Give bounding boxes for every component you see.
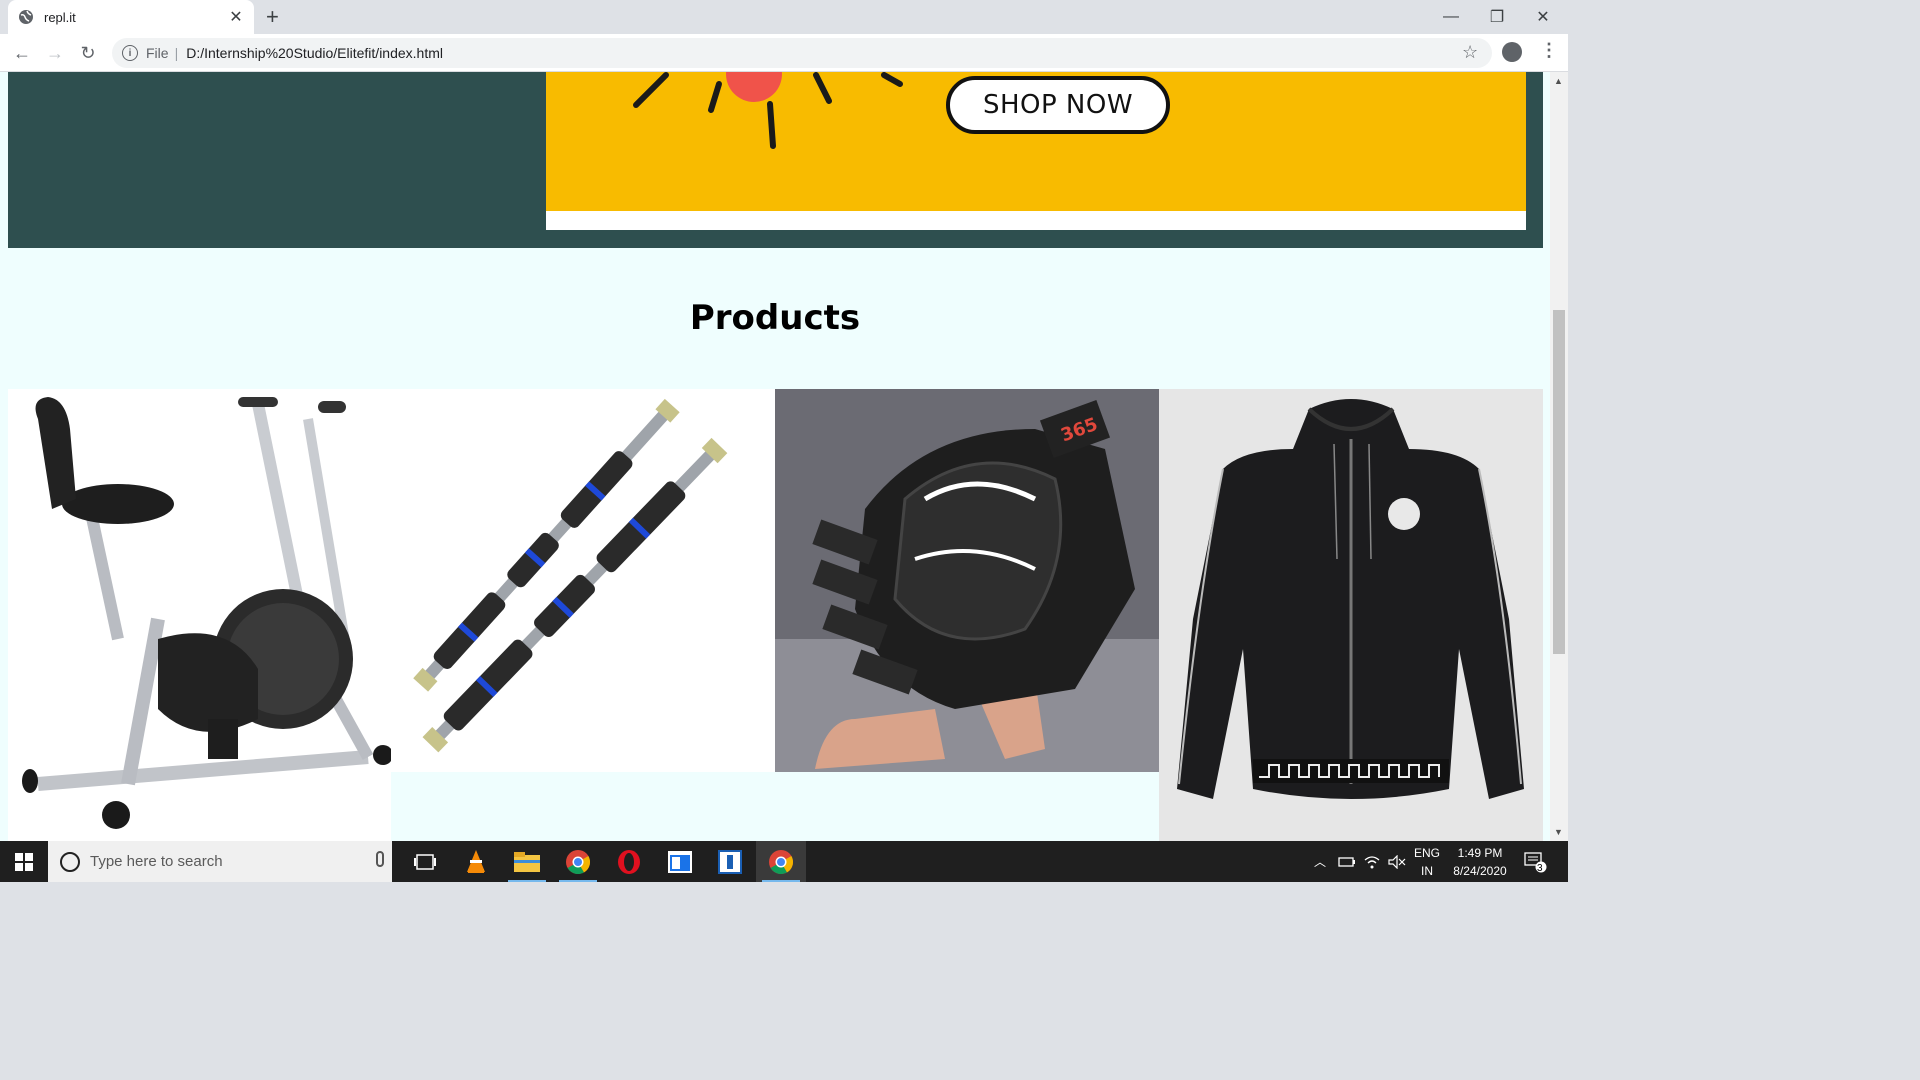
tab-strip: repl.it ✕ + — ❐ ✕	[0, 0, 1568, 34]
globe-icon	[19, 10, 33, 24]
browser-tab[interactable]: repl.it ✕	[8, 0, 254, 34]
volume-muted-icon[interactable]	[1388, 841, 1406, 882]
promo-banner-yellow: SHOP NOW	[546, 72, 1526, 211]
profile-avatar[interactable]	[1502, 42, 1522, 62]
tab-title: repl.it	[44, 9, 76, 25]
new-tab-button[interactable]: +	[266, 6, 279, 28]
browser-menu-icon[interactable]: ⋮	[1540, 40, 1558, 61]
input-language-indicator[interactable]: ENG IN	[1412, 844, 1442, 880]
page-scrollbar[interactable]: ▲ ▼	[1550, 72, 1568, 841]
scroll-up-icon[interactable]: ▲	[1554, 76, 1563, 86]
vlc-icon[interactable]	[451, 841, 501, 882]
address-url: D:/Internship%20Studio/Elitefit/index.ht…	[186, 45, 444, 61]
back-button[interactable]: ←	[10, 41, 34, 65]
address-scheme: File	[146, 45, 169, 61]
show-hidden-icons[interactable]: ︿	[1314, 841, 1326, 882]
scroll-down-icon[interactable]: ▼	[1554, 827, 1563, 837]
reload-button[interactable]: ↻	[76, 41, 100, 65]
action-center-icon[interactable]: 3	[1524, 841, 1548, 882]
sun-illustration	[633, 72, 903, 149]
shop-now-button[interactable]: SHOP NOW	[946, 76, 1170, 134]
restore-button[interactable]: ❐	[1474, 0, 1520, 34]
close-window-button[interactable]: ✕	[1520, 0, 1566, 34]
info-icon[interactable]: i	[122, 45, 138, 61]
exercise-bike-image[interactable]	[8, 389, 391, 841]
search-placeholder: Type here to search	[90, 853, 223, 870]
products-heading: Products	[689, 298, 861, 338]
wifi-icon[interactable]	[1364, 841, 1380, 882]
gym-gloves-image[interactable]: 365	[775, 389, 1159, 772]
opera-icon[interactable]	[604, 841, 654, 882]
clock-date: 8/24/2020	[1453, 864, 1507, 878]
windows-logo-icon	[15, 852, 33, 871]
start-button[interactable]	[0, 841, 48, 882]
chrome-icon[interactable]	[553, 841, 603, 882]
hero-section: SHOP NOW	[8, 72, 1543, 248]
address-bar[interactable]: i File | D:/Internship%20Studio/Elitefit…	[112, 38, 1492, 68]
file-explorer-icon[interactable]	[502, 841, 552, 882]
battery-icon[interactable]	[1338, 841, 1356, 882]
clock-time: 1:49 PM	[1457, 846, 1503, 860]
promo-banner: SHOP NOW	[546, 72, 1526, 230]
browser-toolbar: ← → ↻ i File | D:/Internship%20Studio/El…	[0, 34, 1568, 72]
microphone-icon[interactable]	[376, 851, 384, 867]
close-tab-icon[interactable]: ✕	[228, 7, 244, 27]
notes-app-icon[interactable]	[655, 841, 705, 882]
pull-up-bars-image[interactable]	[391, 389, 775, 772]
chrome-active-icon[interactable]	[756, 841, 806, 882]
language-code: ENG	[1413, 846, 1440, 860]
address-separator: |	[174, 45, 179, 61]
minimize-button[interactable]: —	[1428, 0, 1474, 34]
snipping-tool-icon[interactable]	[705, 841, 755, 882]
taskbar-search-box[interactable]: Type here to search	[48, 841, 392, 882]
cortana-icon	[60, 851, 80, 872]
notification-count: 3	[1537, 863, 1543, 874]
taskbar-clock[interactable]: 1:49 PM 8/24/2020	[1446, 844, 1514, 880]
windows-taskbar: Type here to search ︿ ENG IN 1:49 PM 8/2…	[0, 841, 1568, 882]
page-viewport: SHOP NOW Products 365	[0, 72, 1550, 841]
task-view-icon[interactable]	[400, 841, 450, 882]
forward-button[interactable]: →	[43, 41, 67, 65]
hoodie-jacket-image[interactable]	[1159, 389, 1543, 841]
region-code: IN	[1421, 864, 1433, 878]
bookmark-star-icon[interactable]: ☆	[1462, 42, 1478, 63]
scrollbar-thumb[interactable]	[1553, 310, 1565, 654]
